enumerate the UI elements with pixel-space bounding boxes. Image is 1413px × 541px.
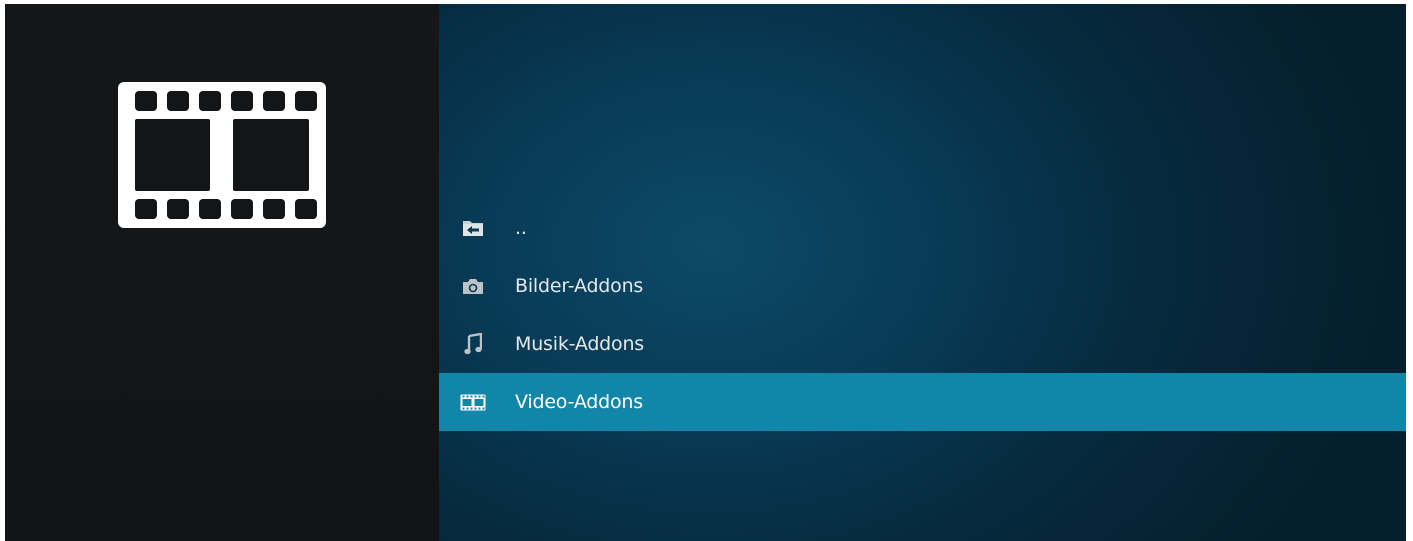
list-item-label: Video-Addons: [515, 391, 643, 413]
list-item-bilder-addons[interactable]: Bilder-Addons: [439, 257, 1406, 315]
list-item-parent-folder[interactable]: ..: [439, 199, 1406, 257]
addon-list: .. Bilder-Addons Musik-Addons Video-Addo…: [439, 199, 1406, 431]
list-item-label: ..: [515, 217, 527, 239]
list-item-label: Musik-Addons: [515, 333, 645, 355]
camera-icon: [459, 274, 487, 298]
folder-back-icon: [459, 216, 487, 240]
film-icon: [459, 390, 487, 414]
info-panel: [5, 4, 439, 541]
list-item-label: Bilder-Addons: [515, 275, 644, 297]
film-strip-icon: [118, 82, 326, 228]
music-note-icon: [459, 332, 487, 356]
list-item-video-addons[interactable]: Video-Addons: [439, 373, 1406, 431]
list-item-musik-addons[interactable]: Musik-Addons: [439, 315, 1406, 373]
